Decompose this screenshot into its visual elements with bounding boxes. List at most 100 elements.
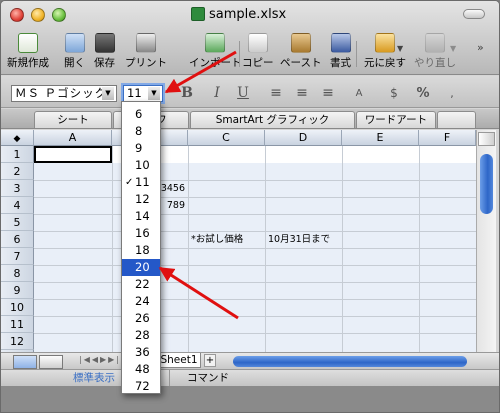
font-size-option-checked[interactable]: ✓ 11 [122,174,160,191]
title-bar: sample.xlsx 新規作成 開く 保存 プリント インポート コピー ペー… [1,1,499,75]
excel-window: sample.xlsx 新規作成 開く 保存 プリント インポート コピー ペー… [0,0,500,413]
formatting-toolbar: ＭＳ Ｐゴシック ▼ 11 ▼ B I U ≡ ≡ ≡ A $ % , [1,76,499,108]
font-name-select[interactable]: ＭＳ Ｐゴシック ▼ [11,85,117,102]
undo-icon [375,33,395,53]
font-size-option[interactable]: 14 [122,208,160,225]
row-header[interactable]: 9 [1,282,34,299]
column-header-d[interactable]: D [265,130,342,146]
import-button[interactable]: インポート [189,33,242,69]
font-size-option[interactable]: 72 [122,378,160,395]
column-header-a[interactable]: A [34,130,112,146]
toolbar-separator [356,41,357,67]
row-header[interactable]: 12 [1,333,34,350]
toolbar-overflow-icon[interactable]: » [477,41,484,54]
row-header[interactable]: 11 [1,316,34,333]
new-workbook-icon [18,33,38,53]
horizontal-scroll-thumb[interactable] [233,356,467,367]
font-size-option[interactable]: 9 [122,140,160,157]
format-painter-button[interactable]: 書式 [330,33,351,69]
select-all-corner[interactable]: ◆ [1,130,34,146]
row-header[interactable]: 5 [1,214,34,231]
column-header-c[interactable]: C [188,130,265,146]
xlsx-file-icon [191,7,205,21]
cell-c7[interactable]: *お試し価格 [191,231,243,248]
undo-dropdown-arrow-icon[interactable]: ▼ [397,44,403,53]
sheet-nav-arrows-icon[interactable]: |◀◀▶▶| [79,355,121,364]
checkmark-icon: ✓ [125,177,134,188]
row-header[interactable]: 10 [1,299,34,316]
comma-style-icon[interactable]: , [447,85,457,102]
row-header[interactable]: 6 [1,231,34,248]
redo-dropdown-arrow-icon[interactable]: ▼ [450,44,456,53]
font-size-option[interactable]: 18 [122,242,160,259]
row-header[interactable]: 4 [1,197,34,214]
import-icon [205,33,226,53]
tab-wordart[interactable]: ワードアート [356,111,436,128]
select-all-icon: ◆ [13,134,21,144]
row-header[interactable]: 3 [1,180,34,197]
tab-more[interactable] [437,111,476,128]
chevron-down-icon: ▼ [102,87,114,100]
normal-view-icon[interactable] [13,355,37,369]
underline-button[interactable]: U [235,85,251,102]
tab-smartart[interactable]: SmartArt グラフィック [190,111,355,128]
text-direction-icon[interactable]: A [349,85,369,102]
row-header[interactable]: 1 [1,146,34,163]
open-button[interactable]: 開く [64,33,85,69]
elements-gallery-tabs: シート グラフ SmartArt グラフィック ワードアート [1,109,499,129]
bold-button[interactable]: B [179,85,195,102]
zoom-button[interactable] [52,8,66,22]
font-size-option[interactable]: 12 [122,191,160,208]
copy-icon [247,33,268,53]
toolbar-toggle-button[interactable] [463,9,485,19]
row-header[interactable]: 2 [1,163,34,180]
vertical-scrollbar[interactable] [476,130,496,352]
print-button[interactable]: プリント [125,33,167,69]
column-header-f[interactable]: F [419,130,476,146]
new-workbook-button[interactable]: 新規作成 [7,33,49,69]
align-left-icon[interactable]: ≡ [269,85,283,102]
percent-button[interactable]: % [415,85,431,102]
add-sheet-button[interactable]: + [204,354,216,367]
minimize-button[interactable] [31,8,45,22]
selected-range [34,163,476,352]
row-header[interactable]: 8 [1,265,34,282]
toolbar-separator [239,41,240,67]
font-size-option[interactable]: 48 [122,361,160,378]
vertical-scroll-thumb[interactable] [480,154,493,214]
spreadsheet-grid[interactable]: ◆ A B C D E F 1 2 3 4 5 6 7 8 9 10 11 12… [1,130,476,352]
font-size-option-highlighted[interactable]: 20 [122,259,160,276]
font-size-option[interactable]: 26 [122,310,160,327]
status-bar: 標準表示 コマンド [1,369,499,386]
font-size-option[interactable]: 8 [122,123,160,140]
align-center-icon[interactable]: ≡ [295,85,309,102]
active-cell-a1[interactable] [34,146,112,163]
window-title-text: sample.xlsx [209,6,287,22]
font-size-option[interactable]: 24 [122,293,160,310]
font-size-option[interactable]: 28 [122,327,160,344]
open-icon [64,33,85,53]
split-handle[interactable] [478,132,495,146]
font-size-dropdown: 6 8 9 10 ✓ 11 12 14 16 18 20 22 24 26 28 … [121,101,161,394]
font-size-option[interactable]: 10 [122,157,160,174]
sheet-tab-sheet1[interactable]: Sheet1 [157,353,201,368]
font-size-option[interactable]: 6 [122,106,160,123]
paste-button[interactable]: ペースト [280,33,321,69]
page-layout-view-icon[interactable] [39,355,63,369]
sheet-tab-bar: |◀◀▶▶| Sheet1 + [1,352,499,369]
italic-button[interactable]: I [209,85,225,102]
tab-sheets[interactable]: シート [34,111,112,128]
close-button[interactable] [10,8,24,22]
column-header-e[interactable]: E [342,130,419,146]
status-mode-label: コマンド [187,372,229,384]
copy-button[interactable]: コピー [242,33,274,69]
currency-format-icon[interactable]: $ [385,85,403,102]
cell-d7[interactable]: 10月31日まで [268,231,330,248]
font-size-select[interactable]: 11 ▼ [123,85,163,102]
row-header[interactable]: 7 [1,248,34,265]
save-button[interactable]: 保存 [94,33,115,69]
font-size-option[interactable]: 16 [122,225,160,242]
font-size-option[interactable]: 22 [122,276,160,293]
align-right-icon[interactable]: ≡ [321,85,335,102]
font-size-option[interactable]: 36 [122,344,160,361]
